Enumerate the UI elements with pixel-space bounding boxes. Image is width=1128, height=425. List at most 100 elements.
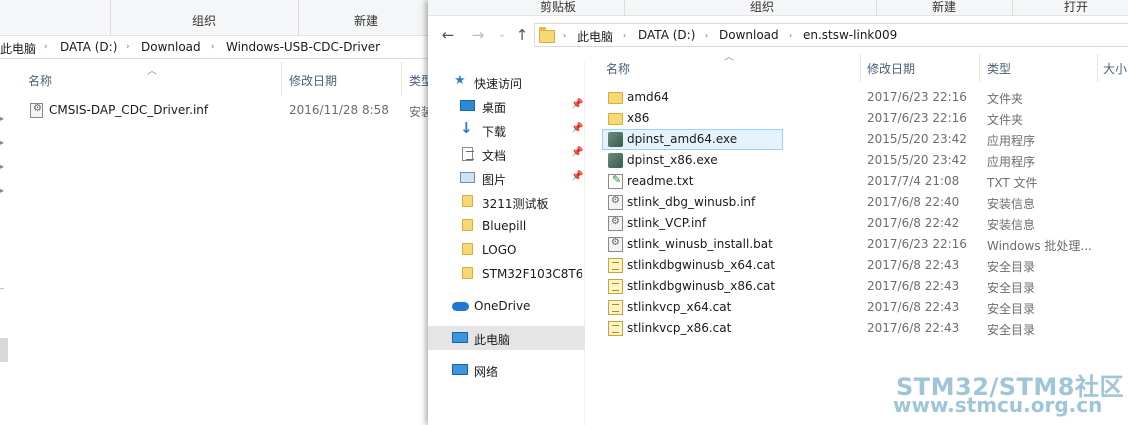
breadcrumb-chevron-icon[interactable]: › [623, 31, 626, 40]
front-explorer-window: 剪贴板 组织 新建 打开 ← → ⌄ ↑ › 此电脑 › DATA (D:) ›… [428, 0, 1128, 425]
up-arrow-icon[interactable]: ↑ [512, 25, 532, 45]
file-date: 2017/7/4 21:08 [867, 174, 960, 188]
nav-item-pictures[interactable]: 图片 📌 [428, 166, 585, 190]
ribbon-group-organize[interactable]: 组织 [750, 0, 774, 14]
file-name[interactable]: amd64 [627, 90, 669, 104]
file-row[interactable]: dpinst_x86.exe 2015/5/20 23:42 应用程序 [602, 150, 1128, 171]
breadcrumb-chevron-icon[interactable]: › [211, 42, 215, 52]
document-icon [462, 147, 474, 161]
nav-item-this-pc[interactable]: 此电脑 [428, 326, 585, 350]
ribbon-group-clipboard[interactable]: 剪贴板 [540, 0, 576, 14]
column-date[interactable]: 修改日期 [867, 60, 915, 77]
column-divider[interactable] [979, 54, 980, 82]
file-row[interactable]: readme.txt 2017/7/4 21:08 TXT 文件 [602, 171, 1128, 192]
pin-icon[interactable]: 📌 [571, 171, 583, 182]
file-row[interactable]: stlink_VCP.inf 2017/6/8 22:42 安装信息 [602, 213, 1128, 234]
file-name[interactable]: stlinkdbgwinusb_x64.cat [627, 258, 775, 272]
file-name[interactable]: stlink_dbg_winusb.inf [627, 195, 755, 209]
column-name[interactable]: 名称 [606, 60, 630, 77]
nav-item-desktop[interactable]: 桌面 📌 [428, 94, 585, 118]
file-name[interactable]: stlinkvcp_x64.cat [627, 300, 731, 314]
nav-item-downloads[interactable]: ↓ 下载 📌 [428, 118, 585, 142]
breadcrumb-this-pc[interactable]: 此电脑 [577, 28, 613, 45]
address-bar[interactable]: › 此电脑 › DATA (D:) › Download › en.stsw-l… [534, 23, 1128, 47]
nav-item-onedrive[interactable]: OneDrive [428, 294, 585, 318]
breadcrumb-chevron-icon[interactable]: › [705, 31, 708, 40]
folder-icon [539, 27, 555, 43]
nav-selected-edge [0, 338, 8, 362]
column-divider[interactable] [401, 62, 402, 96]
nav-item-label: 下载 [482, 125, 507, 139]
column-divider[interactable] [860, 54, 861, 82]
file-name[interactable]: stlink_winusb_install.bat [627, 237, 773, 251]
pin-icon[interactable]: ▸ [0, 162, 6, 171]
breadcrumb-current-folder[interactable]: Windows-USB-CDC-Driver [226, 40, 380, 54]
file-row[interactable]: stlinkdbgwinusb_x64.cat 2017/6/8 22:43 安… [602, 255, 1128, 276]
column-type[interactable]: 类型 [987, 60, 1011, 77]
breadcrumb-chevron-icon[interactable]: › [789, 31, 792, 40]
forward-arrow-icon[interactable]: → [468, 25, 488, 45]
pin-icon[interactable]: ▸ [0, 186, 6, 195]
ribbon-group-open[interactable]: 打开 [1064, 0, 1088, 14]
breadcrumb-drive[interactable]: DATA (D:) [638, 28, 695, 42]
breadcrumb-chevron-icon[interactable]: › [126, 42, 130, 52]
file-row[interactable]: stlink_dbg_winusb.inf 2017/6/8 22:40 安装信… [602, 192, 1128, 213]
back-address-bar[interactable]: 此电脑 › DATA (D:) › Download › Windows-USB… [0, 37, 440, 59]
ribbon-group-organize[interactable]: 组织 [192, 12, 216, 29]
breadcrumb-download[interactable]: Download [141, 40, 201, 54]
file-row[interactable]: stlinkvcp_x64.cat 2017/6/8 22:43 安全目录 [602, 297, 1128, 318]
file-name[interactable]: stlinkdbgwinusb_x86.cat [627, 279, 775, 293]
back-arrow-icon[interactable]: ← [438, 25, 458, 45]
file-row[interactable]: dpinst_amd64.exe 2015/5/20 23:42 应用程序 [602, 129, 1128, 150]
nav-item-documents[interactable]: 文档 📌 [428, 142, 585, 166]
column-divider[interactable] [281, 62, 282, 96]
file-row[interactable]: CMSIS-DAP_CDC_Driver.inf 2016/11/28 8:58… [0, 99, 440, 121]
breadcrumb-download[interactable]: Download [719, 28, 779, 42]
pin-icon[interactable]: 📌 [571, 99, 583, 110]
pin-icon[interactable]: ▸ [0, 138, 6, 147]
file-row[interactable]: stlink_winusb_install.bat 2017/6/23 22:1… [602, 234, 1128, 255]
pin-icon[interactable]: ▸ [0, 114, 6, 123]
breadcrumb-chevron-icon[interactable]: › [563, 31, 566, 40]
file-name[interactable]: dpinst_amd64.exe [627, 132, 737, 146]
breadcrumb-drive[interactable]: DATA (D:) [60, 40, 117, 54]
nav-item-folder[interactable]: LOGO [428, 238, 585, 262]
back-column-header: ︿ 名称 修改日期 类型 [0, 62, 440, 96]
breadcrumb-current-folder[interactable]: en.stsw-link009 [803, 28, 897, 42]
nav-item-network[interactable]: 网络 [428, 358, 585, 382]
breadcrumb-this-pc[interactable]: 此电脑 [0, 40, 36, 57]
file-row[interactable]: x86 2017/6/23 22:16 文件夹 [602, 108, 1128, 129]
breadcrumb-chevron-icon[interactable]: › [44, 42, 48, 52]
pin-icon[interactable]: 📌 [571, 147, 583, 158]
file-row[interactable]: stlinkdbgwinusb_x86.cat 2017/6/8 22:43 安… [602, 276, 1128, 297]
ribbon-group-new[interactable]: 新建 [932, 0, 956, 14]
pin-icon[interactable]: _ [0, 280, 6, 289]
folder-icon [462, 219, 473, 231]
file-row[interactable]: stlinkvcp_x86.cat 2017/6/8 22:43 安全目录 [602, 318, 1128, 339]
file-name[interactable]: dpinst_x86.exe [627, 153, 718, 167]
nav-item-quick-access[interactable]: ★ 快速访问 [428, 70, 585, 94]
pin-icon[interactable]: 📌 [571, 123, 583, 134]
ribbon-group-new[interactable]: 新建 [354, 12, 378, 29]
file-name[interactable]: stlinkvcp_x86.cat [627, 321, 731, 335]
file-type: 安装信息 [987, 197, 1036, 211]
column-name[interactable]: 名称 [28, 72, 52, 89]
navigation-pane: ★ 快速访问 桌面 📌 ↓ 下载 📌 文档 📌 图片 📌 3211测试板 Blu… [428, 62, 585, 425]
column-date[interactable]: 修改日期 [289, 72, 337, 89]
file-name[interactable]: CMSIS-DAP_CDC_Driver.inf [49, 103, 208, 117]
back-explorer-window: 组织 新建 此电脑 › DATA (D:) › Download › Windo… [0, 0, 440, 425]
nav-item-folder[interactable]: Bluepill [428, 214, 585, 238]
column-divider[interactable] [1097, 54, 1098, 82]
file-name[interactable]: stlink_VCP.inf [627, 216, 706, 230]
file-row[interactable]: amd64 2017/6/23 22:16 文件夹 [602, 87, 1128, 108]
file-name[interactable]: x86 [627, 111, 649, 125]
nav-item-folder[interactable]: STM32F103C8T6_( [428, 262, 585, 286]
nav-item-folder[interactable]: 3211测试板 [428, 190, 585, 214]
cat-file-icon [608, 321, 623, 336]
file-name[interactable]: readme.txt [627, 174, 693, 188]
column-size[interactable]: 大小 [1103, 60, 1127, 77]
network-icon [452, 364, 468, 375]
text-file-icon [608, 173, 623, 189]
ribbon-separator [298, 0, 299, 36]
recent-locations-chevron-icon[interactable]: ⌄ [492, 25, 512, 45]
